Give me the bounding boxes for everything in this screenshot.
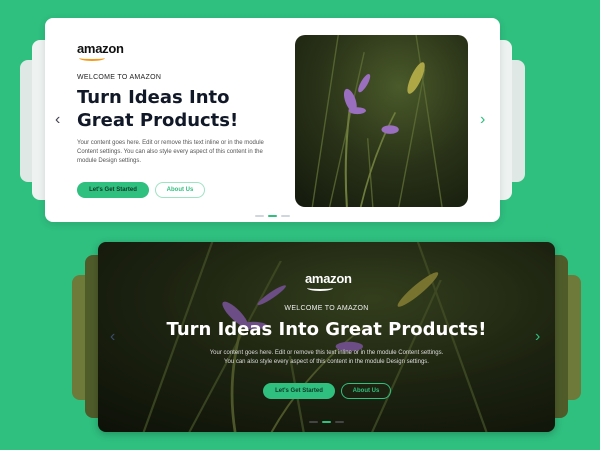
- dot[interactable]: [255, 215, 264, 217]
- dot-active[interactable]: [322, 421, 331, 423]
- slider-card-light: amazon WELCOME TO AMAZON Turn Ideas Into…: [45, 18, 500, 222]
- about-us-button[interactable]: About Us: [341, 383, 391, 399]
- chevron-right-icon[interactable]: ›: [480, 112, 485, 128]
- slide-dots: [309, 421, 344, 423]
- get-started-button[interactable]: Let's Get Started: [77, 182, 149, 198]
- slide-dots: [255, 215, 290, 217]
- slide-body: Your content goes here. Edit or remove t…: [77, 140, 264, 164]
- dot[interactable]: [335, 421, 344, 423]
- dot-active[interactable]: [268, 215, 277, 217]
- slide-body: Your content goes here. Edit or remove t…: [209, 350, 444, 365]
- get-started-button[interactable]: Let's Get Started: [263, 383, 335, 399]
- slider-card-dark: amazon WELCOME TO AMAZON Turn Ideas Into…: [98, 242, 555, 432]
- eyebrow: WELCOME TO AMAZON: [77, 74, 162, 81]
- dot[interactable]: [281, 215, 290, 217]
- chevron-left-icon[interactable]: ‹: [110, 329, 115, 345]
- slide-title: Turn Ideas Into Great Products!: [166, 319, 487, 340]
- dot[interactable]: [309, 421, 318, 423]
- amazon-logo: amazon: [305, 272, 352, 292]
- page-stage: amazon WELCOME TO AMAZON Turn Ideas Into…: [0, 0, 600, 450]
- slide-title: Turn Ideas Into Great Products!: [77, 87, 239, 131]
- amazon-logo: amazon: [77, 42, 124, 62]
- eyebrow: WELCOME TO AMAZON: [284, 305, 369, 312]
- chevron-right-icon[interactable]: ›: [535, 329, 540, 345]
- flower-image: [295, 35, 468, 207]
- chevron-left-icon[interactable]: ‹: [55, 112, 60, 128]
- about-us-button[interactable]: About Us: [155, 182, 205, 198]
